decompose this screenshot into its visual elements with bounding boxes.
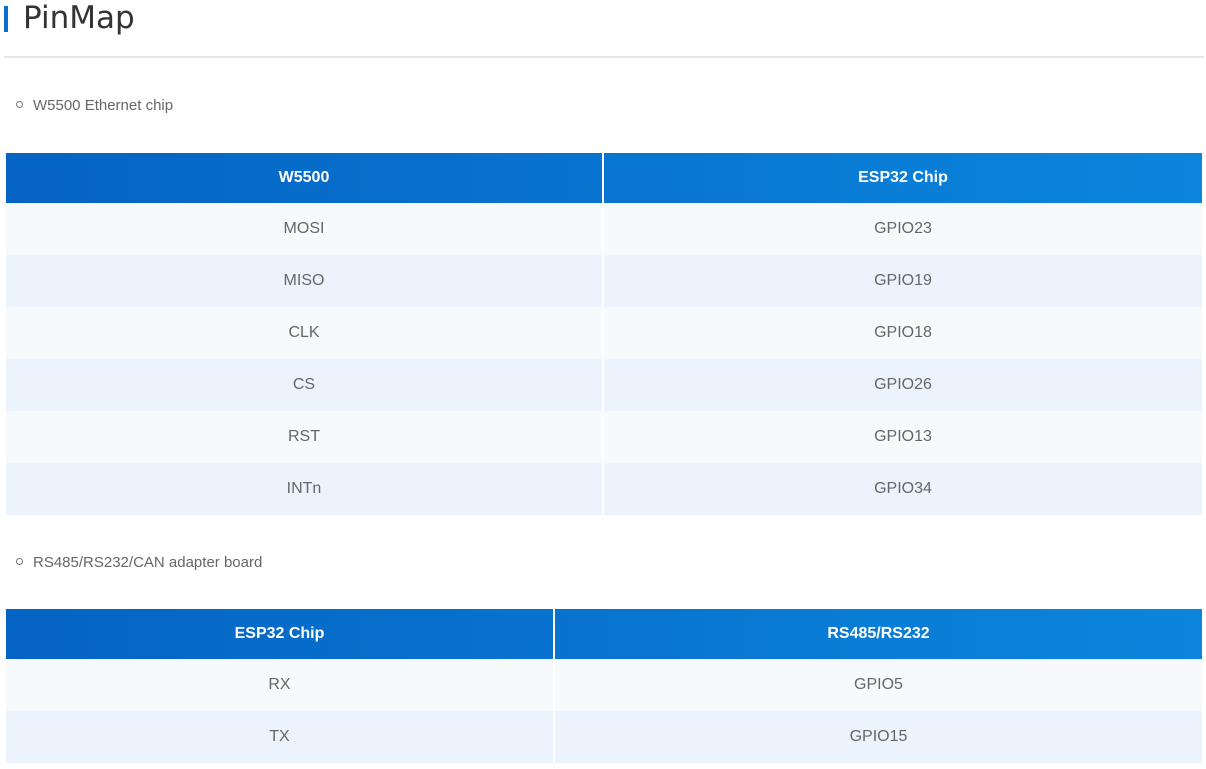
table-header-row: W5500 ESP32 Chip [6,153,1202,203]
bullet-text: W5500 Ethernet chip [33,97,174,114]
table-cell: RX [6,659,555,711]
table-cell: GPIO26 [874,376,932,393]
section-bullet-adapter-board: RS485/RS232/CAN adapter board [16,553,262,573]
table-cell: RST [6,411,604,463]
table-cell: TX [6,711,555,763]
table-row: TX GPIO15 [6,711,1202,763]
section-bullet-w5500: W5500 Ethernet chip [16,96,173,116]
table-cell: GPIO5 [854,676,903,693]
w5500-pin-table: W5500 ESP32 Chip MOSI GPIO23 MISO GPIO19… [6,153,1202,515]
table-row: MOSI GPIO23 [6,203,1202,255]
heading-accent-bar [4,6,8,32]
table-cell: GPIO13 [874,428,932,445]
table-row: MISO GPIO19 [6,255,1202,307]
table-row: RX GPIO5 [6,659,1202,711]
table-row: RST GPIO13 [6,411,1202,463]
column-header: W5500 [6,153,604,203]
circle-bullet-icon [16,100,23,108]
page-heading: PinMap [4,0,1204,58]
page-title: PinMap [23,0,135,36]
column-header: RS485/RS232 [827,625,930,642]
circle-bullet-icon [16,557,23,565]
table-row: INTn GPIO34 [6,463,1202,515]
column-header: ESP32 Chip [6,609,555,659]
table-cell: GPIO34 [874,480,932,497]
adapter-pin-table: ESP32 Chip RS485/RS232 RX GPIO5 TX GPIO1… [6,609,1202,763]
table-cell: GPIO19 [874,272,932,289]
table-cell: MISO [6,255,604,307]
table-cell: INTn [6,463,604,515]
table-cell: GPIO23 [874,220,932,237]
table-cell: CLK [6,307,604,359]
table-cell: GPIO18 [874,324,932,341]
table-cell: CS [6,359,604,411]
table-row: CLK GPIO18 [6,307,1202,359]
table-cell: MOSI [6,203,604,255]
bullet-text: RS485/RS232/CAN adapter board [33,554,263,571]
column-header: ESP32 Chip [858,169,948,186]
table-header-row: ESP32 Chip RS485/RS232 [6,609,1202,659]
table-cell: GPIO15 [849,728,908,745]
table-row: CS GPIO26 [6,359,1202,411]
